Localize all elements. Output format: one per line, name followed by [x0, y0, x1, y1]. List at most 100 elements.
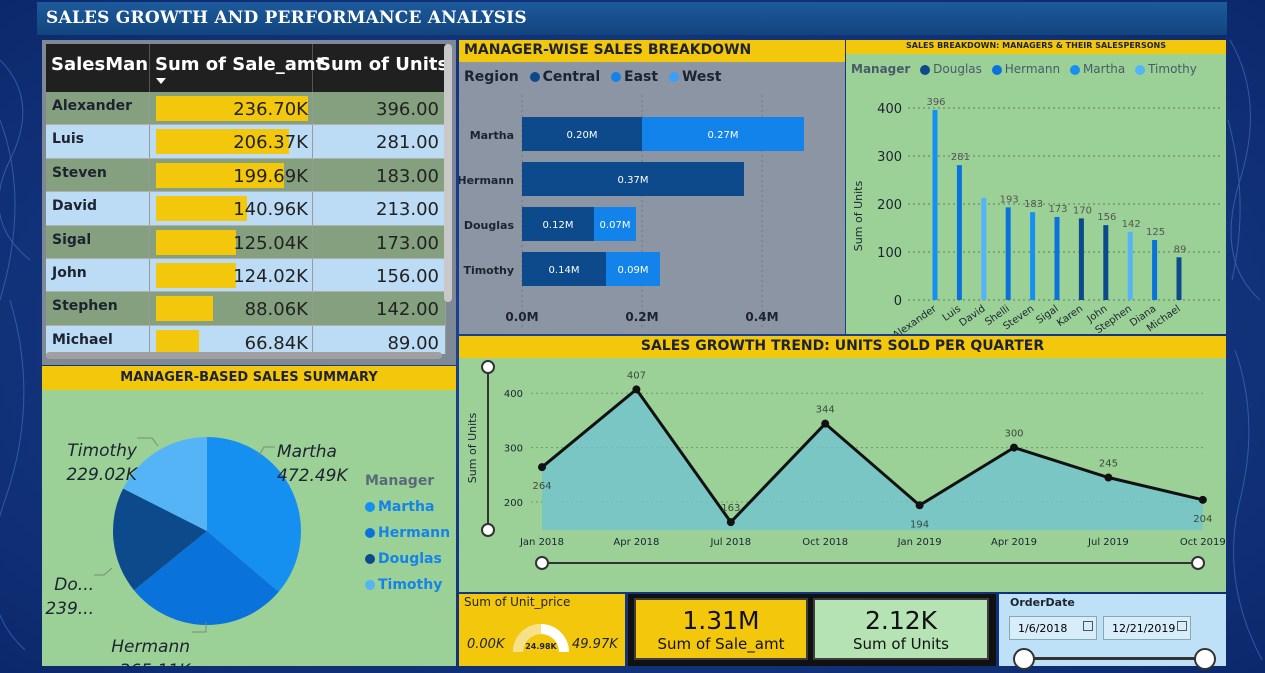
- bar: [1127, 231, 1133, 300]
- data-label: 281: [951, 152, 970, 163]
- gauge-panel: Sum of Unit_price 24.98K 0.00K 49.97K: [459, 594, 625, 666]
- table-row[interactable]: John 124.02K 156.00: [46, 258, 446, 293]
- pie-legend-douglas-label: Douglas: [378, 551, 442, 567]
- pie-legend-hermann[interactable]: Hermann: [365, 520, 450, 546]
- bar: [981, 197, 987, 300]
- cell-salesman: John: [46, 258, 150, 292]
- cell-salesman: Michael: [46, 325, 150, 354]
- data-label: 0.20M: [567, 130, 598, 141]
- cell-salesman: Steven: [46, 158, 150, 192]
- y-range-slider-handle[interactable]: [481, 523, 495, 537]
- pie-legend-dot-martha: [365, 502, 375, 512]
- pie-label-name: Do...: [54, 575, 94, 595]
- calendar-icon[interactable]: [1177, 621, 1187, 631]
- data-label: 89: [1174, 244, 1187, 255]
- end-date-input[interactable]: 12/21/2019: [1103, 616, 1191, 640]
- legend-dot-hermann: [991, 64, 1002, 75]
- page-title: SALES GROWTH AND PERFORMANCE ANALYSIS: [37, 2, 1227, 35]
- data-label: 193: [1000, 194, 1019, 205]
- sale-amt-value: 66.84K: [244, 332, 308, 354]
- legend-central[interactable]: Central: [543, 69, 601, 85]
- cell-salesman: Stephen: [46, 292, 150, 325]
- data-label: 0.09M: [618, 265, 649, 276]
- table-row[interactable]: Alexander 236.70K 396.00: [46, 92, 446, 126]
- sale-amt-databar: [156, 296, 213, 322]
- legend-dot-central: [529, 72, 540, 82]
- start-date-input[interactable]: 1/6/2018: [1009, 616, 1097, 640]
- x-range-slider-handle[interactable]: [535, 556, 549, 570]
- region-legend-title: Region: [464, 69, 519, 85]
- gauge-chart: 24.98K: [513, 624, 569, 652]
- end-date-value: 12/21/2019: [1112, 622, 1176, 635]
- region-legend: Region Central East West: [464, 69, 721, 85]
- manager-legend: Manager Douglas Hermann Martha Timothy: [851, 62, 1197, 76]
- cell-sale-amt: 199.69K: [150, 158, 313, 192]
- y-tick-label: 0: [894, 294, 902, 309]
- manager-legend-title: Manager: [851, 62, 911, 76]
- table-row[interactable]: Michael 66.84K 89.00: [46, 325, 446, 354]
- date-range-start-handle[interactable]: [1013, 648, 1035, 670]
- sale-amt-databar: [156, 262, 236, 288]
- gauge-max: 49.97K: [572, 637, 618, 652]
- trend-point: [915, 501, 924, 510]
- horizontal-scrollbar[interactable]: [46, 352, 442, 359]
- table-row[interactable]: David 140.96K 213.00: [46, 192, 446, 226]
- cell-sale-amt: 236.70K: [150, 92, 313, 125]
- data-label: 0.07M: [600, 220, 631, 231]
- pie-legend-timothy[interactable]: Timothy: [365, 572, 450, 598]
- table-body: Alexander 236.70K 396.00 Luis 206.37K 281.00 S…: [46, 92, 446, 354]
- cell-units: 156.00: [313, 258, 446, 292]
- legend-hermann[interactable]: Hermann: [1005, 62, 1060, 76]
- pie-label-value: 365.11K: [119, 661, 191, 666]
- cell-salesman: Sigal: [46, 225, 150, 258]
- column-header-sale-amt[interactable]: Sum of Sale_amt: [150, 44, 324, 92]
- calendar-icon[interactable]: [1083, 621, 1093, 631]
- legend-dot-martha: [1069, 64, 1080, 75]
- salespersons-panel: SALES BREAKDOWN: MANAGERS & THEIR SALESP…: [846, 40, 1226, 334]
- table-row[interactable]: Steven 199.69K 183.00: [46, 158, 446, 193]
- trend-point: [726, 518, 735, 527]
- table-row[interactable]: Luis 206.37K 281.00: [46, 125, 446, 159]
- pie-legend-martha[interactable]: Martha: [365, 494, 450, 520]
- x-range-slider-handle[interactable]: [1191, 556, 1205, 570]
- trend-point: [1104, 473, 1113, 482]
- legend-timothy[interactable]: Timothy: [1148, 62, 1197, 76]
- vertical-scrollbar[interactable]: [444, 44, 452, 302]
- sale-amt-value: 140.96K: [233, 199, 308, 221]
- sort-down-icon[interactable]: [156, 78, 166, 84]
- y-tick-label: 200: [877, 198, 902, 213]
- table-row[interactable]: Stephen 88.06K 142.00: [46, 292, 446, 326]
- date-range-end-handle[interactable]: [1194, 648, 1216, 670]
- pie-legend-douglas[interactable]: Douglas: [365, 546, 450, 572]
- y-range-slider-handle[interactable]: [481, 360, 495, 374]
- cell-sale-amt: 140.96K: [150, 192, 313, 225]
- legend-east[interactable]: East: [624, 69, 658, 85]
- y-tick-label: 400: [877, 102, 902, 117]
- y-tick-label: 100: [877, 246, 902, 261]
- data-label: 0.37M: [618, 175, 649, 186]
- data-label: 0.14M: [549, 265, 580, 276]
- sales-table: SalesMan Sum of Sale_amt Sum of Units Al…: [46, 44, 446, 354]
- date-range-track: [1023, 657, 1207, 660]
- column-header-units[interactable]: Sum of Units: [313, 44, 446, 92]
- pie-legend-hermann-label: Hermann: [378, 525, 451, 541]
- trend-panel: SALES GROWTH TREND: UNITS SOLD PER QUART…: [459, 336, 1226, 592]
- data-label: 344: [816, 405, 835, 416]
- pie-legend-dot-douglas: [365, 554, 375, 564]
- pie-label-value: 229.02K: [66, 465, 138, 485]
- sale-amt-value: 125.04K: [233, 232, 308, 254]
- date-slicer: OrderDate 1/6/2018 12/21/2019: [999, 594, 1226, 670]
- legend-douglas[interactable]: Douglas: [933, 62, 982, 76]
- legend-martha[interactable]: Martha: [1083, 62, 1125, 76]
- sale-amt-value: 236.70K: [233, 99, 308, 120]
- kpi-card-units: 2.12K Sum of Units: [813, 598, 989, 660]
- trend-point: [1010, 443, 1018, 452]
- column-header-salesman[interactable]: SalesMan: [46, 44, 150, 92]
- y-tick-label: 300: [504, 444, 523, 455]
- legend-west[interactable]: West: [682, 69, 721, 85]
- cell-salesman: David: [46, 192, 150, 225]
- category-label: Douglas: [464, 219, 515, 232]
- table-row[interactable]: Sigal 125.04K 173.00: [46, 225, 446, 259]
- salespersons-chart: 0100200300400Sum of UnitsSalesMan396Alex…: [852, 97, 1221, 334]
- salespersons-title: SALES BREAKDOWN: MANAGERS & THEIR SALESP…: [846, 40, 1226, 54]
